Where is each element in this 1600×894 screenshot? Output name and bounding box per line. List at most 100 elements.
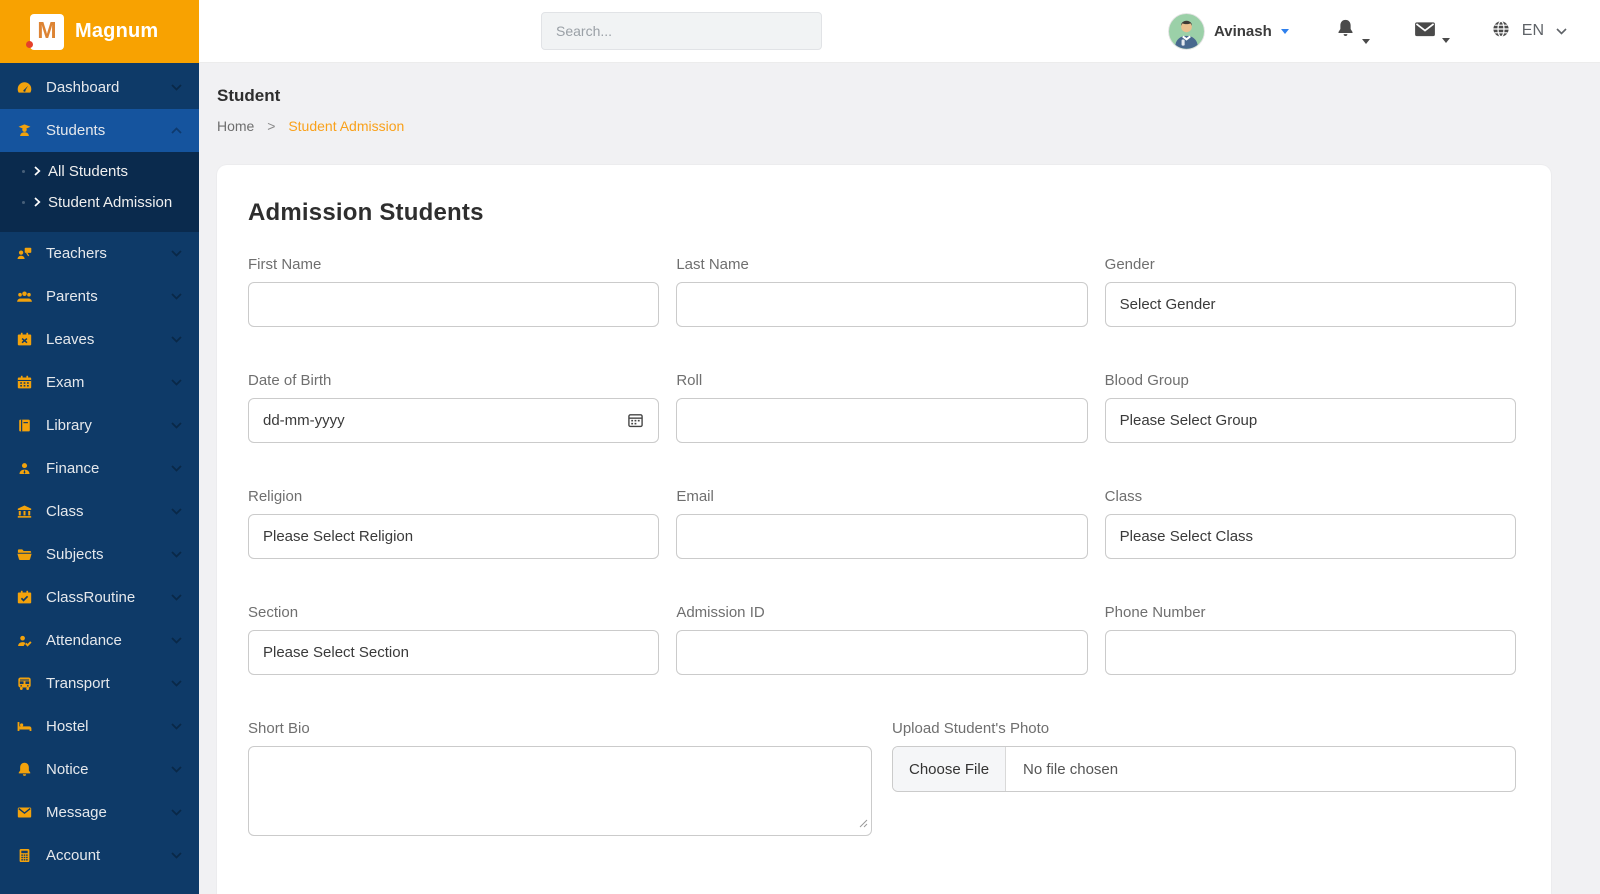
first-name-input[interactable] <box>248 282 659 327</box>
sidebar-item-leaves[interactable]: Leaves <box>0 318 199 361</box>
sidebar-item-transport[interactable]: Transport <box>0 662 199 705</box>
sidebar-item-message[interactable]: Message <box>0 791 199 834</box>
notifications-menu[interactable] <box>1335 18 1370 44</box>
attendance-icon <box>15 632 33 649</box>
bullet-dot <box>22 170 25 173</box>
field-roll: Roll <box>676 372 1087 443</box>
user-avatar[interactable] <box>1168 13 1205 50</box>
form-title: Admission Students <box>248 199 1516 227</box>
upload-student-s-photo-file-input[interactable]: Choose FileNo file chosen <box>892 746 1516 792</box>
search-box <box>541 12 822 50</box>
chevron-down-icon <box>171 250 182 257</box>
mail-icon <box>1414 20 1436 43</box>
bullet-dot <box>22 201 25 204</box>
page-title: Student <box>217 86 1551 106</box>
sidebar-item-finance[interactable]: Finance <box>0 447 199 490</box>
subjects-icon <box>15 546 33 563</box>
field-first-name: First Name <box>248 256 659 327</box>
chevron-down-icon <box>171 852 182 859</box>
students-submenu: All Students Student Admission <box>0 152 199 232</box>
dashboard-icon <box>15 79 33 96</box>
choose-file-button[interactable]: Choose File <box>893 747 1006 791</box>
submenu-item-label: Student Admission <box>48 194 172 211</box>
selected-value: Please Select Religion <box>263 528 413 545</box>
date-of-birth-input[interactable]: dd-mm-yyyy <box>248 398 659 443</box>
form-row: First NameLast NameGenderSelect Gender <box>248 256 1516 327</box>
classroutine-icon <box>15 589 33 606</box>
sidebar-item-label: Exam <box>46 374 158 391</box>
field-date-of-birth: Date of Birthdd-mm-yyyy <box>248 372 659 443</box>
teachers-icon <box>15 245 33 262</box>
sidebar-item-subjects[interactable]: Subjects <box>0 533 199 576</box>
chevron-down-icon <box>171 465 182 472</box>
selected-value: Please Select Group <box>1120 412 1258 429</box>
class-select[interactable]: Please Select Class <box>1105 514 1516 559</box>
bell-icon <box>1335 18 1356 44</box>
form-rows: First NameLast NameGenderSelect GenderDa… <box>248 256 1516 836</box>
field-label: Short Bio <box>248 720 872 737</box>
sidebar-subitem-all-students[interactable]: All Students <box>0 156 199 187</box>
sidebar-subitem-student-admission[interactable]: Student Admission <box>0 187 199 218</box>
blood-group-select[interactable]: Please Select Group <box>1105 398 1516 443</box>
chevron-down-icon <box>171 809 182 816</box>
chevron-down-icon <box>171 293 182 300</box>
sidebar-item-label: Finance <box>46 460 158 477</box>
students-icon <box>15 122 33 139</box>
last-name-input[interactable] <box>676 282 1087 327</box>
sidebar-item-parents[interactable]: Parents <box>0 275 199 318</box>
sidebar-item-label: Class <box>46 503 158 520</box>
sidebar-item-classroutine[interactable]: ClassRoutine <box>0 576 199 619</box>
chevron-down-icon <box>171 422 182 429</box>
brand-logo[interactable]: M Magnum <box>0 0 199 63</box>
sidebar-item-label: Transport <box>46 675 158 692</box>
sidebar: M Magnum DashboardStudents All Students St… <box>0 0 199 894</box>
gender-select[interactable]: Select Gender <box>1105 282 1516 327</box>
field-short-bio: Short Bio <box>248 720 872 836</box>
sidebar-item-notice[interactable]: Notice <box>0 748 199 791</box>
sidebar-item-label: Library <box>46 417 158 434</box>
form-row: ReligionPlease Select ReligionEmailClass… <box>248 488 1516 559</box>
user-menu[interactable]: Avinash <box>1214 23 1289 40</box>
sidebar-item-attendance[interactable]: Attendance <box>0 619 199 662</box>
breadcrumb-home-link[interactable]: Home <box>217 118 254 134</box>
sidebar-item-dashboard[interactable]: Dashboard <box>0 66 199 109</box>
sidebar-item-label: Teachers <box>46 245 158 262</box>
breadcrumb-current: Student Admission <box>288 118 404 134</box>
calendar-icon[interactable] <box>627 412 644 429</box>
messages-menu[interactable] <box>1414 20 1450 43</box>
breadcrumb: Home > Student Admission <box>217 118 1551 134</box>
sidebar-item-teachers[interactable]: Teachers <box>0 232 199 275</box>
library-icon <box>15 417 33 434</box>
search-input[interactable] <box>541 12 822 50</box>
form-row: Section Please Select Section Admission ID… <box>248 604 1516 675</box>
sidebar-item-library[interactable]: Library <box>0 404 199 447</box>
magnum-logo-icon: M <box>30 14 64 50</box>
sidebar-item-class[interactable]: Class <box>0 490 199 533</box>
field-blood-group: Blood GroupPlease Select Group <box>1105 372 1516 443</box>
admission-id-input[interactable] <box>676 630 1087 675</box>
field-label: Upload Student's Photo <box>892 720 1516 737</box>
chevron-down-icon <box>171 551 182 558</box>
app: M Magnum DashboardStudents All Students St… <box>0 0 1600 894</box>
sidebar-item-students[interactable]: Students <box>0 109 199 152</box>
class-icon <box>15 503 33 520</box>
roll-input[interactable] <box>676 398 1087 443</box>
language-menu[interactable]: EN <box>1492 20 1567 43</box>
resize-grip-icon[interactable] <box>859 815 868 832</box>
field-class: ClassPlease Select Class <box>1105 488 1516 559</box>
caret-down-icon <box>1442 38 1450 43</box>
sidebar-item-hostel[interactable]: Hostel <box>0 705 199 748</box>
section-select[interactable]: Please Select Section <box>248 630 659 675</box>
chevron-down-icon <box>171 680 182 687</box>
field-label: Gender <box>1105 256 1516 273</box>
religion-select[interactable]: Please Select Religion <box>248 514 659 559</box>
field-label: Section <box>248 604 659 621</box>
sidebar-item-exam[interactable]: Exam <box>0 361 199 404</box>
field-label: Admission ID <box>676 604 1087 621</box>
sidebar-item-account[interactable]: Account <box>0 834 199 877</box>
short-bio-textarea[interactable] <box>248 746 872 836</box>
chevron-up-icon <box>171 127 182 134</box>
phone-number-input[interactable] <box>1105 630 1516 675</box>
email-input[interactable] <box>676 514 1087 559</box>
chevron-down-icon <box>171 594 182 601</box>
